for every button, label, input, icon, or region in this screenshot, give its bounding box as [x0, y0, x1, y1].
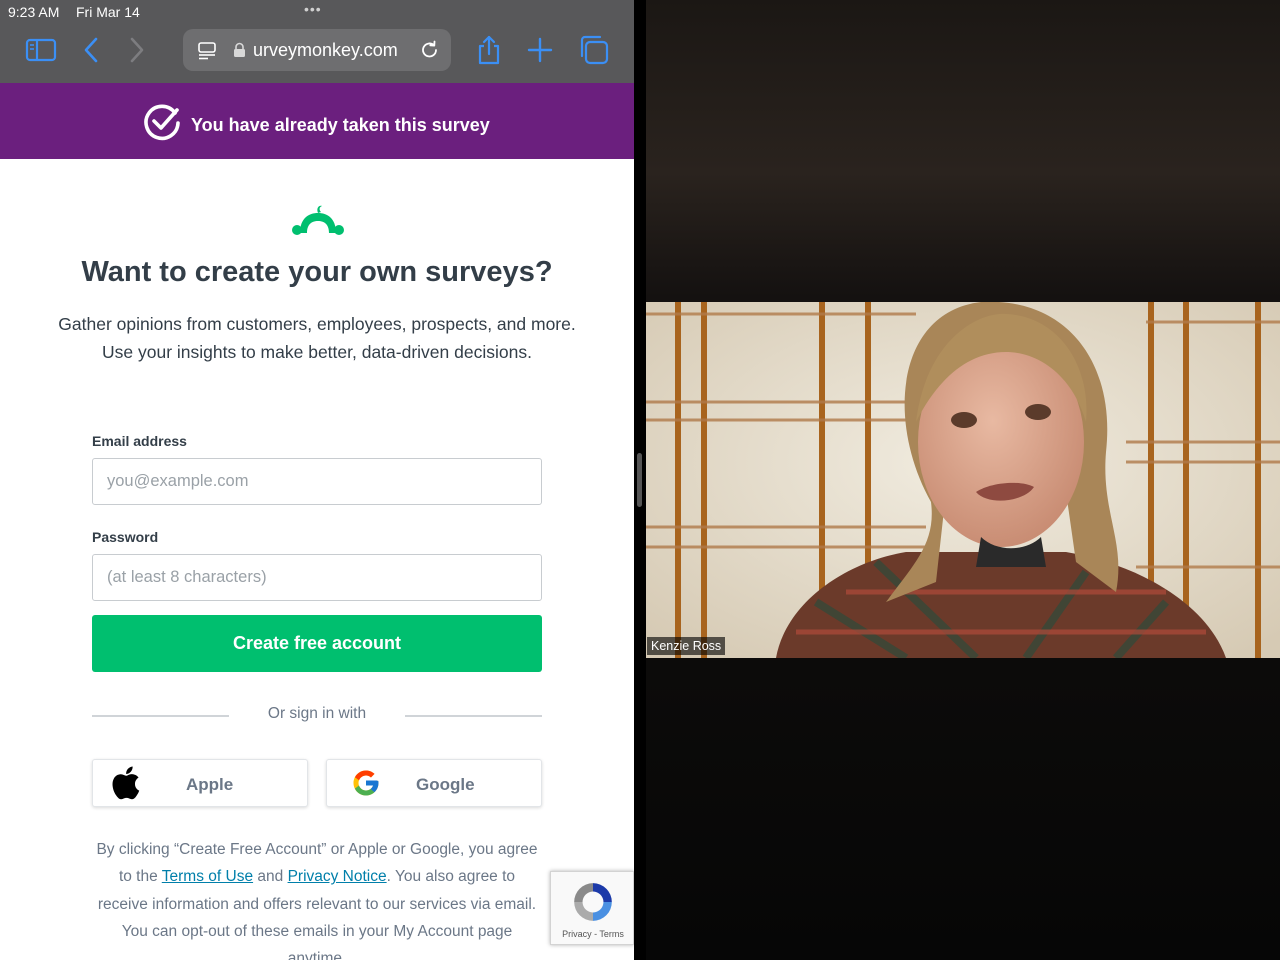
tabs-overview-icon[interactable] — [578, 34, 610, 66]
reload-icon[interactable] — [419, 39, 441, 61]
sidebar-icon[interactable] — [25, 34, 57, 66]
legal-and: and — [253, 868, 288, 886]
google-icon — [353, 770, 379, 796]
page-menu-icon[interactable] — [197, 40, 217, 60]
safari-window: 9:23 AM Fri Mar 14 ••• urveymonkey.com Y… — [0, 0, 634, 960]
terms-of-use-link[interactable]: Terms of Use — [162, 868, 253, 885]
video-frame — [646, 302, 1280, 658]
google-sign-in-button[interactable]: Google — [326, 759, 542, 807]
promo-line-2: Use your insights to make better, data-d… — [102, 342, 532, 362]
video-call-window: Kenzie Ross — [646, 0, 1280, 960]
multitasking-dots[interactable]: ••• — [304, 1, 322, 17]
share-icon[interactable] — [473, 34, 505, 66]
google-label: Google — [416, 775, 475, 794]
url-text: urveymonkey.com — [253, 40, 398, 60]
back-icon[interactable] — [76, 34, 108, 66]
participant-name-tag: Kenzie Ross — [647, 637, 726, 655]
recaptcha-label[interactable]: Privacy - Terms — [551, 929, 634, 939]
participant-video: Kenzie Ross — [646, 302, 1280, 658]
privacy-notice-link[interactable]: Privacy Notice — [288, 868, 387, 885]
surveymonkey-logo-icon — [292, 205, 344, 235]
apple-label: Apple — [186, 775, 234, 794]
status-date: Fri Mar 14 — [76, 4, 140, 20]
status-time: 9:23 AM — [8, 4, 60, 20]
browser-toolbar: 9:23 AM Fri Mar 14 ••• urveymonkey.com — [0, 0, 634, 83]
promo-title: Want to create your own surveys? — [81, 256, 553, 288]
split-view-handle[interactable] — [637, 453, 642, 507]
apple-sign-in-button[interactable]: Apple — [92, 759, 308, 807]
password-field[interactable] — [92, 554, 542, 601]
email-label: Email address — [92, 433, 187, 449]
divider-right — [405, 715, 542, 717]
forward-icon[interactable] — [120, 34, 152, 66]
password-label: Password — [92, 529, 159, 545]
apple-icon — [112, 766, 140, 800]
banner-message: You have already taken this survey — [191, 115, 490, 135]
create-account-button[interactable]: Create free account — [92, 615, 542, 672]
lock-icon — [234, 42, 245, 57]
email-field[interactable] — [92, 458, 542, 505]
check-circle-icon — [144, 104, 180, 141]
promo-line-1: Gather opinions from customers, employee… — [58, 314, 576, 334]
legal-text: By clicking “Create Free Account” or App… — [92, 836, 542, 960]
split-view-divider[interactable] — [634, 0, 646, 960]
recaptcha-icon — [574, 883, 612, 921]
survey-taken-banner: You have already taken this survey — [0, 83, 634, 159]
recaptcha-badge[interactable]: Privacy - Terms — [550, 871, 634, 945]
sign-in-with-text: Or sign in with — [267, 705, 367, 722]
address-bar[interactable]: urveymonkey.com — [183, 29, 451, 71]
new-tab-icon[interactable] — [524, 34, 556, 66]
